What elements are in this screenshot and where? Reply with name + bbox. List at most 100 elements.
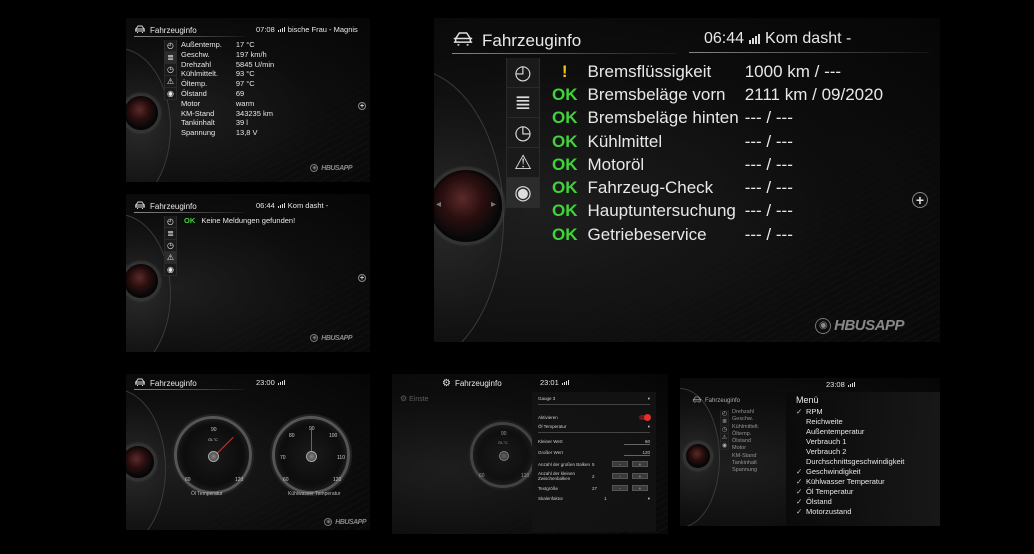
speedometer-icon[interactable]: ◴ [165, 40, 176, 52]
menu-item[interactable]: Reichweite [796, 417, 930, 427]
signal-icon [749, 34, 761, 44]
speedometer-icon[interactable]: ◴ [721, 410, 728, 418]
speedometer-icon[interactable]: ◴ [165, 216, 176, 228]
service-row[interactable]: OK Bremsbeläge vorn 2111 km / 09/2020 [552, 83, 883, 106]
service-icon[interactable]: ◉ [507, 178, 539, 208]
service-row[interactable]: OK Getriebeservice --- / --- [552, 223, 883, 246]
menu-item[interactable]: ✓ Ölstand [796, 497, 930, 507]
service-value: --- / --- [744, 178, 793, 198]
menu-item[interactable]: Durchschnittsgeschwindigkeit [796, 457, 930, 467]
add-button[interactable]: + [358, 102, 366, 110]
icon-column: ◴ ≣ ◷ ⚠ ◉ [506, 58, 540, 208]
clock-icon[interactable]: ◷ [165, 240, 176, 252]
row-label: KM-Stand [181, 108, 215, 118]
status-badge: OK [552, 131, 578, 151]
panel-menu: Fahrzeuginfo ◴ ≣ ◷ ⚠ ◉ Drehzahl Geschw. Kü… [680, 378, 940, 526]
add-button[interactable]: + [358, 274, 366, 282]
menu-item-label: RPM [806, 407, 823, 416]
increment-button[interactable]: + [632, 461, 648, 467]
menu-item-label: Geschwindigkeit [806, 467, 861, 476]
status-badge: OK [552, 154, 578, 174]
row-label: Ölstand [181, 88, 207, 98]
list-item: Kühlmittelt. [732, 423, 760, 430]
menu-item[interactable]: ✓ Kühlwasser Temperatur [796, 477, 930, 487]
menu-item[interactable]: ✓ Geschwindigkeit [796, 467, 930, 477]
signal-icon [561, 380, 569, 385]
gauge-unit: ÖL°C [498, 440, 508, 445]
service-icon[interactable]: ◉ [165, 264, 176, 276]
service-label: Getriebeservice [587, 224, 707, 244]
gauge-tick: 60 [479, 473, 485, 479]
decrement-button[interactable]: - [612, 473, 628, 479]
warning-icon[interactable]: ⚠ [165, 76, 176, 88]
gauge-unit: ÖL°C [208, 437, 218, 442]
menu-item-label: Reichweite [806, 417, 843, 426]
row-label: Geschw. [181, 49, 210, 59]
service-row[interactable]: OK Fahrzeug-Check --- / --- [552, 176, 883, 199]
message-line: OK Keine Meldungen gefunden! [184, 216, 295, 225]
warning-icon[interactable]: ⚠ [507, 148, 539, 178]
decrement-button[interactable]: - [612, 461, 628, 467]
service-label: Bremsbeläge vorn [587, 84, 726, 104]
add-button[interactable]: + [912, 192, 928, 208]
field-label: Kleiner Wert [538, 439, 563, 444]
service-icon[interactable]: ◉ [721, 442, 728, 450]
clock: 07:08 [256, 25, 275, 34]
gauge-hub [306, 451, 317, 462]
menu-item[interactable]: ✓ Motorzustand [796, 507, 930, 517]
menu-item[interactable]: Außentemperatur [796, 427, 930, 437]
brand-logo: ◉ HBUSAPP [324, 518, 366, 526]
service-row[interactable]: OK Kühlmittel --- / --- [552, 130, 883, 153]
rotary-knob[interactable] [684, 442, 712, 470]
row-value: 93 °C [235, 69, 255, 79]
decrement-button[interactable]: - [612, 485, 628, 491]
panel-service-list: ◂ ▸ Fahrzeuginfo 06:44 Kom dasht - ◴ ≣ ◷… [434, 18, 940, 342]
warning-icon[interactable]: ⚠ [721, 434, 728, 442]
menu-item-label: Motorzustand [806, 507, 852, 516]
table-row: Tankinhalt 39 l [181, 118, 274, 128]
warning-icon[interactable]: ⚠ [165, 252, 176, 264]
list-icon[interactable]: ≣ [165, 52, 176, 64]
service-icon[interactable]: ◉ [165, 88, 176, 100]
menu-item[interactable]: Verbrauch 2 [796, 447, 930, 457]
service-value: 2111 km / 09/2020 [744, 84, 884, 104]
service-label: Motoröl [587, 154, 645, 174]
stepper-value: 27 [592, 485, 598, 491]
row-label: Spannung [181, 128, 216, 138]
menu-item[interactable]: Verbrauch 1 [796, 437, 930, 447]
value-input[interactable]: 120 [624, 450, 650, 456]
increment-button[interactable]: + [632, 473, 648, 479]
clock-icon[interactable]: ◷ [507, 118, 539, 148]
increment-button[interactable]: + [632, 485, 648, 491]
list-icon[interactable]: ≣ [721, 418, 728, 426]
checkmark-icon [796, 417, 806, 427]
speedometer-icon[interactable]: ◴ [507, 58, 539, 88]
clock: 23:00 [256, 378, 275, 387]
sensor-select[interactable]: Öl Temperatur ▾ [538, 424, 650, 433]
service-row[interactable]: ! Bremsflüssigkeit 1000 km / --- [552, 60, 883, 83]
gauge-select[interactable]: Gauge 3 ▾ [538, 396, 650, 405]
checkmark-icon [796, 447, 806, 457]
list-item: Spannung [732, 467, 758, 474]
page-title: Fahrzeuginfo [150, 378, 197, 388]
multiplier-row[interactable]: Skalenfaktor 1 ▾ [538, 496, 650, 502]
service-row[interactable]: OK Motoröl --- / --- [552, 153, 883, 176]
status-badge: OK [552, 201, 578, 221]
settings-dialog: Gauge 3 ▾ Aktivieren Öl Temperatur ▾ Klein… [532, 392, 656, 532]
list-icon[interactable]: ≣ [165, 228, 176, 240]
list-item: Motor [732, 445, 747, 452]
service-row[interactable]: OK Bremsbeläge hinten --- / --- [552, 107, 883, 130]
menu-item[interactable]: ✓ Öl Temperatur [796, 487, 930, 497]
row-label: Außentemp. [181, 40, 222, 49]
list-item: Ölstand [732, 438, 751, 445]
service-row[interactable]: OK Hauptuntersuchung --- / --- [552, 200, 883, 223]
clock-icon[interactable]: ◷ [165, 64, 176, 76]
page-title: Fahrzeuginfo [150, 201, 197, 211]
row-label: Drehzahl [181, 59, 212, 69]
enable-toggle[interactable] [639, 414, 651, 421]
clock-icon[interactable]: ◷ [721, 426, 728, 434]
value-input[interactable]: 60 [624, 439, 650, 445]
table-row: Kühlmittelt. 93 °C [181, 69, 274, 79]
menu-item[interactable]: ✓ RPM [796, 407, 930, 417]
list-icon[interactable]: ≣ [507, 88, 539, 118]
